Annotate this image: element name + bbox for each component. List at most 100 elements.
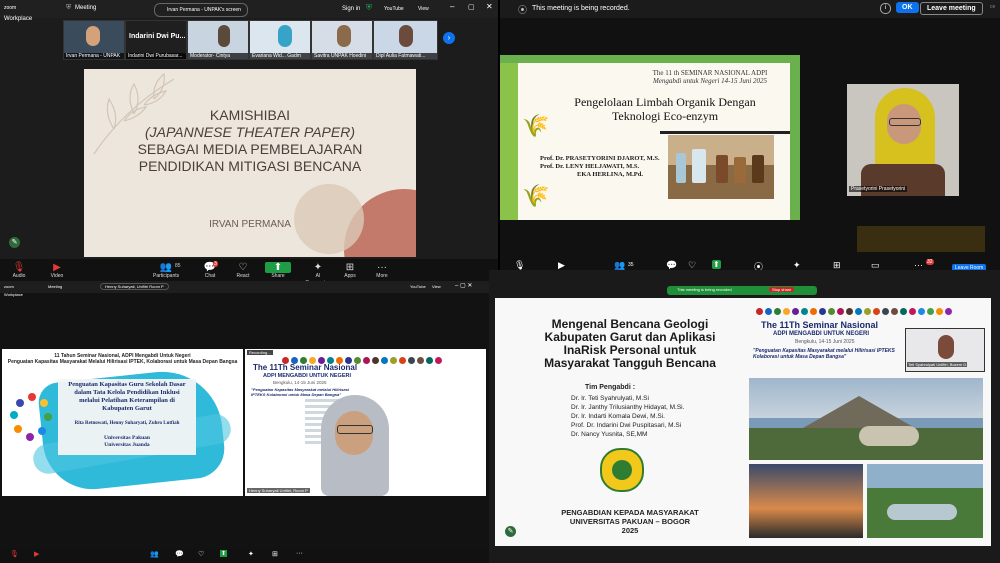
seminar-date: Bengkulu, 14-15 Juni 2025 — [795, 339, 855, 345]
blurred-tile — [857, 226, 985, 252]
seminar-theme: "Penguatan Kapasitas Masyarakat melalui … — [753, 348, 895, 360]
security-shield-icon: ⛨ — [366, 3, 372, 12]
apps-button[interactable]: ⊞ Apps — [337, 262, 363, 280]
meeting-window-top-right: ⦿ This meeting is being recorded. i OK L… — [500, 0, 1000, 281]
shared-slide: 🌾 🌾 The 11 th SEMINAR NASIONAL ADPI Meng… — [500, 55, 800, 220]
react-icon[interactable]: ♡ — [198, 550, 204, 558]
seminar-title: The 11Th Seminar Nasional — [253, 363, 358, 372]
ai-companion-icon: ✦ — [313, 262, 323, 273]
meeting-label: Meeting — [48, 284, 63, 289]
react-button[interactable]: ♡ React — [230, 262, 256, 280]
leave-meeting-button[interactable]: Leave meeting — [920, 2, 983, 15]
participant-thumb[interactable]: Dipl Aulia Fatmawati... — [373, 20, 438, 60]
meeting-toolbar: 🎙 Audio ▶ Video 👥 Participants 85 💬 Chat 3 ♡… — [0, 259, 498, 281]
meeting-window-bottom-right: This meeting is being recorded Stop shar… — [489, 270, 1000, 563]
participant-thumb[interactable]: Irvan Permana - UNPAK — [63, 20, 125, 60]
ok-button[interactable]: OK — [896, 2, 919, 13]
chat-icon: 💬 — [203, 262, 217, 273]
glasses — [337, 425, 373, 434]
share-pill[interactable]: Irvan Permana - UNPAK's screen — [154, 3, 248, 17]
slide-frame-top — [500, 55, 800, 63]
ai-companion-icon[interactable]: ✦ — [248, 550, 254, 558]
avatar — [337, 25, 351, 47]
logo-strip — [755, 302, 987, 315]
participant-thumb[interactable]: Savitra UNPAK Hoedini — [311, 20, 373, 60]
info-icon[interactable]: i — [880, 3, 891, 14]
speaker-tile: Teti Syahrulyati Unifitri, Bozem D — [905, 328, 985, 372]
mic-icon[interactable]: 🎙 — [10, 550, 19, 558]
shared-slide: KAMISHIBAI (JAPANNESE THEATER PAPER) SEB… — [84, 69, 416, 257]
slide-frame-left — [500, 55, 518, 220]
more-button[interactable]: ··· More — [369, 262, 395, 280]
chat-button[interactable]: 💬 Chat — [197, 262, 223, 280]
speaker-name: Henny Suharyati Unifitri, Room P — [247, 488, 310, 493]
slide-divider — [660, 131, 790, 134]
annotation-icon[interactable]: ✎ — [505, 526, 516, 537]
annotation-icon[interactable]: ✎ — [9, 237, 20, 248]
view-button[interactable]: View — [432, 284, 441, 289]
avatar — [399, 25, 413, 47]
app-name: zoom — [4, 284, 14, 289]
share-icon[interactable]: ⬆ — [220, 550, 228, 557]
avatar — [278, 25, 292, 47]
thumbnail-strip: Irvan Permana - UNPAK Indarini Dwi Pu...… — [63, 20, 438, 60]
audio-button[interactable]: 🎙 Audio — [6, 262, 32, 280]
share-pill[interactable]: Henny Suharyati, Unifitri Room P — [100, 283, 169, 290]
sign-in-link[interactable]: Sign in — [342, 6, 360, 12]
meeting-window-top-left: zoom Workplace ⛨ Meeting Irvan Permana -… — [0, 0, 498, 281]
video-button[interactable]: ▶ Video — [44, 262, 70, 280]
participant-thumb[interactable]: Moderator- Cintya — [187, 20, 249, 60]
recording-text: This meeting is being recorded. — [532, 5, 630, 12]
speaker-slide-right: Recording... The 11Th Seminar Nasional A… — [245, 349, 486, 496]
participant-thumb[interactable]: Evariana Wid... Gadm — [249, 20, 311, 60]
more-icon: ··· — [377, 262, 387, 273]
view-button[interactable]: View — [418, 6, 429, 12]
maximize-icon[interactable]: ▢ — [468, 3, 475, 11]
participant-thumb[interactable]: Indarini Dwi Pu... Indarini Dwi Purubasa… — [125, 20, 187, 60]
team-list: Dr. Ir. Teti Syahrulyati, M.Si Dr. Ir. J… — [571, 395, 685, 438]
slide-author: IRVAN PERMANA — [209, 219, 291, 230]
avatar — [86, 26, 100, 46]
slide-frame-right — [790, 55, 800, 220]
chat-icon[interactable]: 💬 — [175, 550, 184, 558]
notification-badge: 32 — [926, 259, 934, 265]
slide-authors: Prof. Dr. PRASETYORINI DJAROT, M.S. Prof… — [540, 155, 660, 178]
app-subname: Workplace — [4, 16, 33, 22]
video-icon: ▶ — [53, 262, 61, 273]
slide-footer: PENGABDIAN KEPADA MASYARAKAT UNIVERSITAS… — [561, 508, 699, 535]
mic-icon: 🎙 — [12, 262, 26, 273]
participants-icon[interactable]: 👥 — [150, 550, 159, 558]
slide-title: Mengenal Bencana Geologi Kabupaten Garut… — [544, 317, 716, 370]
youtube-label[interactable]: YouTube — [410, 284, 426, 289]
slide-title: Pengelolaan Limbah Organik Dengan Teknol… — [574, 95, 756, 123]
stop-share-button[interactable]: Stop share — [769, 287, 795, 292]
share-icon[interactable]: ⬆ — [712, 260, 721, 269]
participant-name: Prasetyorini Prasetyorini — [849, 186, 908, 192]
ai-companion-button[interactable]: ✦AI Companion — [303, 262, 333, 281]
wheat-icon: 🌾 — [522, 183, 550, 208]
close-icon[interactable]: ✕ — [486, 2, 493, 11]
shared-slide-left: 11 Tahun Seminar Nasional, ADPI Mengabdi… — [2, 349, 243, 496]
volcano-photo — [749, 378, 983, 460]
minimize-icon[interactable]: – — [450, 2, 454, 11]
slide-title: Penguatan Kapasitas Guru Sekolah Dasar d… — [68, 381, 186, 412]
avatar — [938, 335, 954, 359]
shared-slide: Mengenal Bencana Geologi Kabupaten Garut… — [495, 298, 991, 546]
youtube-label[interactable]: YouTube — [384, 6, 404, 12]
apps-icon[interactable]: ⊞ — [272, 550, 278, 558]
app-name: zoom — [4, 5, 17, 11]
next-page-icon[interactable]: › — [443, 32, 455, 44]
speaker-video: Prasetyorini Prasetyorini — [847, 84, 959, 196]
slide-header: 11 Tahun Seminar Nasional, ADPI Mengabdi… — [7, 353, 238, 365]
slide-institutions: Universitas Pakuan Universitas Juanda — [104, 435, 150, 448]
glasses — [889, 118, 921, 126]
more-icon[interactable]: ··· — [914, 260, 923, 270]
window-controls[interactable]: – ▢ ✕ — [455, 282, 472, 289]
river-photo — [867, 464, 983, 538]
more-icon[interactable]: ··· — [296, 550, 303, 557]
seminar-date: Bengkulu, 14-15 Juni 2025 — [273, 380, 327, 385]
slide-header: The 11 th SEMINAR NASIONAL ADPI Mengabdi… — [652, 69, 768, 85]
share-button[interactable]: ⬆ Share — [265, 262, 291, 280]
video-icon[interactable]: ▶ — [34, 550, 39, 558]
title-bar: zoom Workplace Meeting Henny Suharyati, … — [0, 281, 489, 297]
